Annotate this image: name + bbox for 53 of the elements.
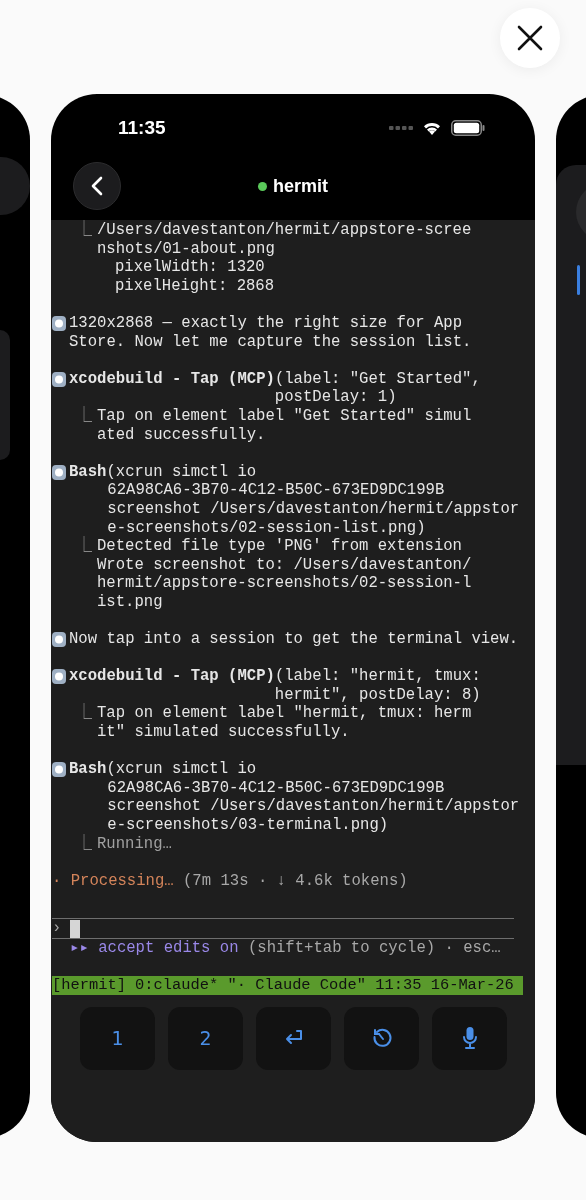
tool-args: 62A98CA6-3B70-4C12-B50C-673ED9DC199B screenshot /Users/davestanton/hermit/appstor e-screenshots/02-session-list.png) [107, 481, 520, 537]
signal-icon [389, 126, 413, 130]
tool-name: Bash [69, 760, 107, 779]
result-corner-icon: ⎿ [76, 537, 97, 612]
microphone-key[interactable] [432, 1006, 507, 1070]
mode-hint: (shift+tab to cycle) · esc… [247, 938, 501, 958]
message-text: 1320x2868 — exactly the right size for App Store. Now let me capture the session list. [69, 313, 472, 352]
tool-result: Running… [97, 834, 172, 854]
tmux-status-bar: [hermit] 0:claude* "· Claude Code" 11:35 16-Mar-26 [52, 976, 523, 995]
tool-args: (label: "hermit, tmux: [274, 667, 481, 686]
back-icon [91, 176, 103, 196]
tool-args: (label: "Get Started", [274, 369, 481, 389]
mode-icon: ▸▸ [70, 938, 89, 958]
message-text: Now tap into a session to get the terminal view. [69, 630, 519, 649]
result-corner-icon: ⎿ [76, 834, 97, 854]
microphone-icon [461, 1026, 478, 1051]
bullet-icon [52, 762, 66, 777]
bullet-icon [52, 669, 66, 685]
activity-status: · Processing… [52, 871, 174, 891]
tool-result: Detected file type 'PNG' from extension Wrote screenshot to: /Users/davestanton/ hermit/appstore-screenshots/02-session-l ist.png [97, 537, 472, 612]
result-corner-icon: ⎿ [76, 221, 97, 259]
prompt-icon: › [52, 919, 70, 938]
tool-args: hermit", postDelay: 8) [274, 685, 481, 704]
history-icon [370, 1027, 393, 1050]
tool-name: Bash [69, 462, 107, 482]
back-button[interactable] [73, 162, 121, 210]
number-key[interactable]: 1 [80, 1006, 155, 1070]
session-title: hermit [273, 175, 328, 197]
close-icon [517, 25, 543, 51]
tool-result: Tap on element label "hermit, tmux: herm it" simulated successfully. [97, 704, 472, 742]
number-key[interactable]: 2 [168, 1006, 243, 1070]
bullet-icon [52, 315, 66, 331]
tool-args: 62A98CA6-3B70-4C12-B50C-673ED9DC199B screenshot /Users/davestanton/hermit/appstor e-screenshots/03-terminal.png) [107, 778, 520, 834]
wifi-icon [423, 121, 441, 135]
tool-args: (xcrun simctl io [106, 760, 257, 779]
bullet-icon [52, 631, 66, 647]
history-key[interactable] [344, 1006, 419, 1070]
result-corner-icon: ⎿ [76, 704, 97, 742]
status-time: 11:35 [118, 117, 166, 139]
mode-label: accept edits on [98, 938, 239, 958]
tool-args: (xcrun simctl io [106, 462, 257, 482]
detail-line: pixelHeight: 2868 [115, 276, 275, 295]
activity-detail: (7m 13s · ↓ 4.6k tokens) [183, 871, 408, 891]
detail-line: pixelWidth: 1320 [115, 258, 265, 277]
text-cursor[interactable] [70, 919, 80, 938]
result-corner-icon: ⎿ [76, 406, 97, 445]
bullet-icon [52, 371, 66, 387]
tool-name: xcodebuild - Tap (MCP) [69, 369, 275, 389]
tool-args: postDelay: 1) [274, 388, 397, 407]
battery-icon [451, 120, 485, 136]
tool-name: xcodebuild - Tap (MCP) [69, 667, 275, 686]
bullet-icon [52, 464, 66, 480]
tool-result: Tap on element label "Get Started" simul ated successfully. [97, 406, 472, 445]
